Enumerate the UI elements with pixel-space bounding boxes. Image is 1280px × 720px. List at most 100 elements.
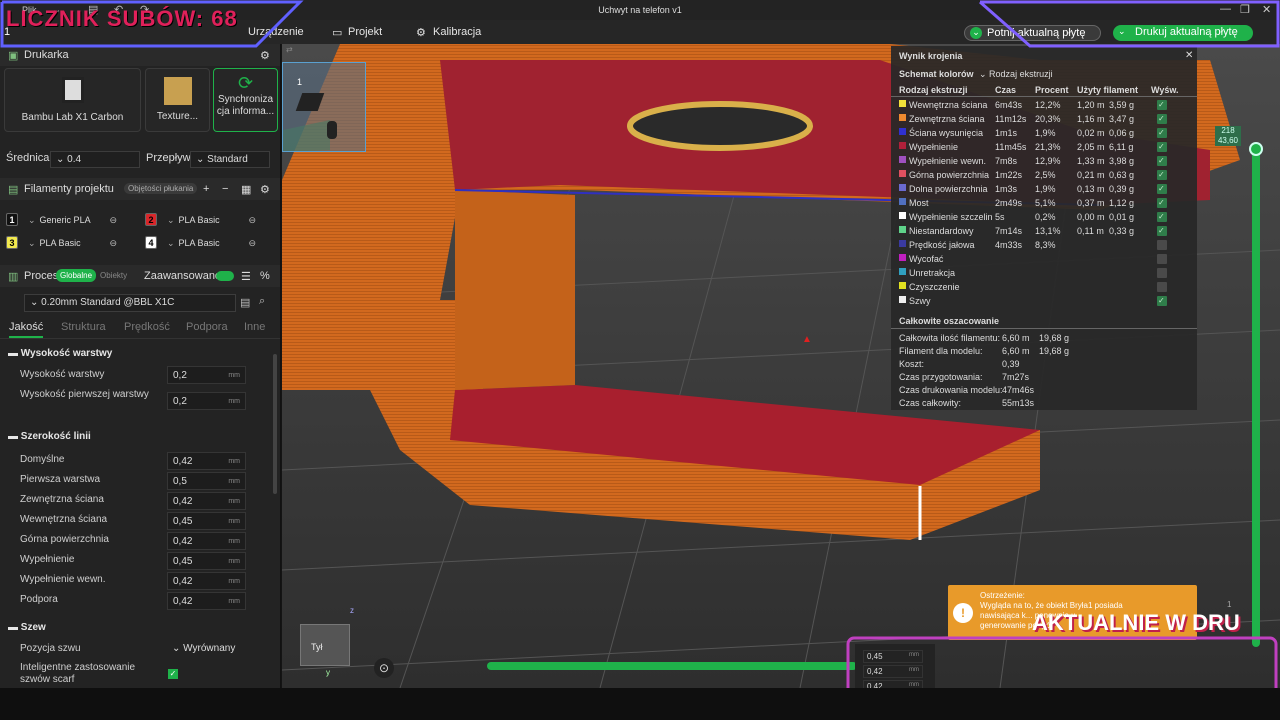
visibility-checkbox[interactable] (1157, 268, 1167, 278)
line-width-input[interactable]: 0,42 mm (167, 592, 246, 610)
flush-volumes-badge[interactable]: Objętości płukania (124, 183, 198, 194)
extrusion-length: 1,16 m (1077, 114, 1105, 124)
extrusion-weight: 1,12 g (1109, 198, 1135, 208)
line-width-input[interactable]: 0,5 mm (167, 472, 246, 490)
fit-view-icon[interactable]: ⊙ (374, 658, 394, 678)
seam-position-select[interactable]: ⌄ Wyrównany (167, 640, 246, 658)
visibility-checkbox[interactable] (1157, 240, 1167, 250)
line-width-input[interactable]: 0,45 mm (167, 512, 246, 530)
process-preset-select[interactable]: ⌄ 0.20mm Standard @BBL X1C (24, 294, 236, 312)
tab-structure[interactable]: Struktura (61, 321, 106, 333)
objects-toggle[interactable]: Obiekty (100, 271, 127, 280)
nav-project[interactable]: Projekt (348, 26, 382, 38)
visibility-checkbox[interactable] (1157, 170, 1167, 180)
calibration-icon: ⚙ (416, 27, 426, 39)
search-icon[interactable]: ⌕ (259, 295, 265, 308)
view-cube[interactable]: Tył (300, 624, 350, 666)
nozzle-diameter-select[interactable]: ⌄ 0.4 (50, 151, 140, 168)
filament-slot[interactable]: 1 ⌄ Generic PLA ⊖ (6, 213, 136, 231)
add-filament-icon[interactable]: + (203, 183, 209, 195)
layer-slider-top-handle[interactable] (1249, 142, 1263, 156)
edit-icon[interactable]: ⊖ (249, 215, 257, 225)
chevron-down-icon: ⌄ (30, 297, 42, 308)
color-scheme-select[interactable]: ⌄ Rodzaj ekstruzji (979, 69, 1053, 80)
model-inner-wall (455, 190, 575, 390)
scarf-seam-checkbox[interactable]: ✓ (168, 669, 178, 679)
header-percent: Procent (1035, 85, 1069, 95)
tab-speed[interactable]: Prędkość (124, 321, 170, 333)
move-slider[interactable] (487, 662, 857, 670)
filaments-section-header: ▤ Filamenty projektu Objętości płukania … (0, 178, 280, 200)
color-swatch (899, 100, 906, 107)
save-preset-icon[interactable]: ▤ (240, 296, 250, 309)
line-width-input[interactable]: 0,45 mm (167, 552, 246, 570)
line-width-label: Domyślne (20, 454, 65, 465)
line-width-input[interactable]: 0,42 mm (167, 492, 246, 510)
filament-slot[interactable]: 4 ⌄ PLA Basic ⊖ (145, 236, 275, 254)
advanced-toggle[interactable] (216, 271, 234, 281)
collapse-icon[interactable]: ▬ (8, 431, 21, 442)
visibility-checkbox[interactable] (1157, 114, 1167, 124)
visibility-checkbox[interactable] (1157, 282, 1167, 292)
minimize-icon[interactable]: — (1220, 3, 1231, 15)
layer-height-input[interactable]: 0,2 mm (167, 366, 246, 384)
visibility-checkbox[interactable] (1157, 198, 1167, 208)
estimate-value: 6,60 m (1002, 333, 1030, 343)
visibility-checkbox[interactable] (1157, 142, 1167, 152)
line-width-input[interactable]: 0,42 mm (167, 452, 246, 470)
color-swatch (899, 212, 906, 219)
visibility-checkbox[interactable] (1157, 226, 1167, 236)
print-plate-label: Drukuj aktualną płytę (1135, 26, 1238, 38)
visibility-checkbox[interactable] (1157, 254, 1167, 264)
texture-card[interactable]: Texture... (145, 68, 210, 132)
settings-scrollbar[interactable] (273, 354, 277, 494)
sync-button[interactable]: ⟳ Synchroniza cja informa... (213, 68, 278, 132)
visibility-checkbox[interactable] (1157, 156, 1167, 166)
line-width-input[interactable]: 0,42 mm (167, 532, 246, 550)
compare-icon[interactable]: % (260, 270, 270, 282)
first-layer-height-input[interactable]: 0,2 mm (167, 392, 246, 410)
slice-plate-button[interactable]: ⌄ Potnij aktualną płytę (964, 25, 1101, 41)
tab-other[interactable]: Inne (244, 321, 265, 333)
nav-calibration[interactable]: Kalibracja (433, 26, 481, 38)
line-width-input[interactable]: 0,42 mm (167, 572, 246, 590)
table-row: Wycofać (899, 253, 1189, 266)
estimate-row: Filament dla modelu: 6,60 m 19,68 g (899, 346, 1099, 359)
print-plate-button[interactable]: ⌄ Drukuj aktualną płytę (1113, 25, 1253, 41)
edit-icon[interactable]: ⊖ (110, 215, 118, 225)
flow-select[interactable]: ⌄ Standard (190, 151, 270, 168)
nav-device[interactable]: Urządzenie (248, 26, 304, 38)
list-icon[interactable]: ☰ (241, 270, 251, 283)
collapse-icon[interactable]: ▬ (8, 348, 21, 359)
visibility-checkbox[interactable] (1157, 212, 1167, 222)
thumbnail-part (327, 121, 337, 139)
visibility-checkbox[interactable] (1157, 296, 1167, 306)
printer-settings-icon[interactable]: ⚙ (260, 49, 270, 62)
collapse-panel-icon[interactable]: ⇄ (286, 45, 293, 54)
close-icon[interactable]: ✕ (1185, 50, 1193, 61)
tab-quality[interactable]: Jakość (9, 321, 44, 338)
edit-icon[interactable]: ⊖ (249, 238, 257, 248)
layer-slider[interactable] (1252, 147, 1260, 647)
visibility-checkbox[interactable] (1157, 184, 1167, 194)
tabs-divider (0, 338, 280, 339)
collapse-icon[interactable]: ▬ (8, 622, 21, 633)
visibility-checkbox[interactable] (1157, 100, 1167, 110)
extrusion-weight: 0,39 g (1109, 184, 1135, 194)
remove-filament-icon[interactable]: − (222, 183, 228, 195)
filament-slot[interactable]: 2 ⌄ PLA Basic ⊖ (145, 213, 275, 231)
filament-settings-icon[interactable]: ⚙ (260, 183, 270, 196)
visibility-checkbox[interactable] (1157, 128, 1167, 138)
filament-slot[interactable]: 3 ⌄ PLA Basic ⊖ (6, 236, 136, 254)
color-swatch (899, 114, 906, 121)
plate-thumbnail[interactable]: 1 (282, 62, 366, 152)
tab-support[interactable]: Podpora (186, 321, 228, 333)
global-toggle[interactable]: Globalne (56, 269, 97, 282)
unit-label: mm (228, 372, 240, 379)
line-width-label: Podpora (20, 594, 58, 605)
maximize-icon[interactable]: ❐ (1240, 3, 1250, 16)
close-icon[interactable]: ✕ (1262, 3, 1271, 16)
printer-card[interactable]: Bambu Lab X1 Carbon (4, 68, 141, 132)
edit-filament-icon[interactable]: ▦ (241, 183, 251, 196)
edit-icon[interactable]: ⊖ (110, 238, 118, 248)
